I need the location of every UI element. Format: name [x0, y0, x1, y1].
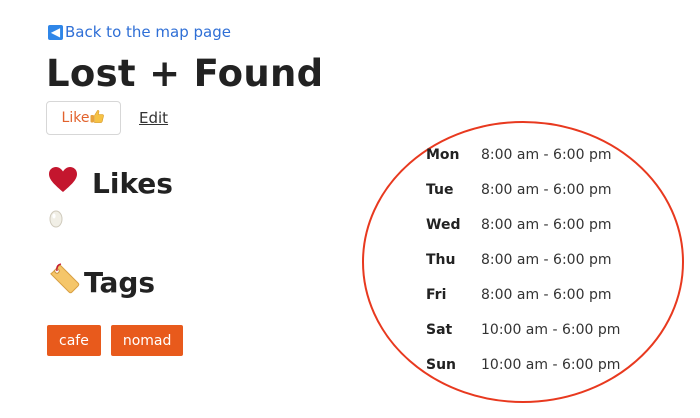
hours-day: Fri: [426, 287, 447, 303]
heart-icon: [48, 166, 78, 201]
hours-day: Mon: [426, 147, 460, 163]
likes-heading-label: Likes: [92, 167, 173, 200]
tag-list: cafe nomad: [47, 325, 184, 356]
hours-time: 8:00 am - 6:00 pm: [481, 252, 612, 268]
tags-heading-label: Tags: [84, 266, 156, 299]
hours-day: Wed: [426, 217, 461, 233]
page-title: Lost + Found: [46, 52, 324, 95]
back-to-map-link[interactable]: ◀ Back to the map page: [48, 23, 231, 41]
back-link-label: Back to the map page: [65, 23, 231, 41]
like-button[interactable]: Like: [46, 101, 121, 135]
hours-day: Tue: [426, 182, 454, 198]
tag-icon: [48, 262, 82, 303]
likes-heading: Likes: [48, 166, 173, 201]
hours-time: 8:00 am - 6:00 pm: [481, 147, 612, 163]
hours-time: 8:00 am - 6:00 pm: [481, 287, 612, 303]
hours-time: 10:00 am - 6:00 pm: [481, 357, 621, 373]
hours-day: Sun: [426, 357, 457, 373]
like-button-label: Like: [61, 110, 90, 126]
tag-cafe[interactable]: cafe: [47, 325, 101, 356]
hours-day: Thu: [426, 252, 456, 268]
left-arrow-icon: ◀: [48, 24, 63, 40]
tags-heading: Tags: [48, 262, 155, 303]
page: ◀ Back to the map page Lost + Found Like…: [0, 0, 700, 418]
hours-time: 10:00 am - 6:00 pm: [481, 322, 621, 338]
edit-link[interactable]: Edit: [139, 109, 168, 127]
hours-time: 8:00 am - 6:00 pm: [481, 182, 612, 198]
hours-time: 8:00 am - 6:00 pm: [481, 217, 612, 233]
tag-nomad[interactable]: nomad: [110, 325, 184, 356]
thumbs-up-icon: [89, 108, 105, 128]
hours-day: Sat: [426, 322, 453, 338]
avatar: [49, 209, 63, 228]
